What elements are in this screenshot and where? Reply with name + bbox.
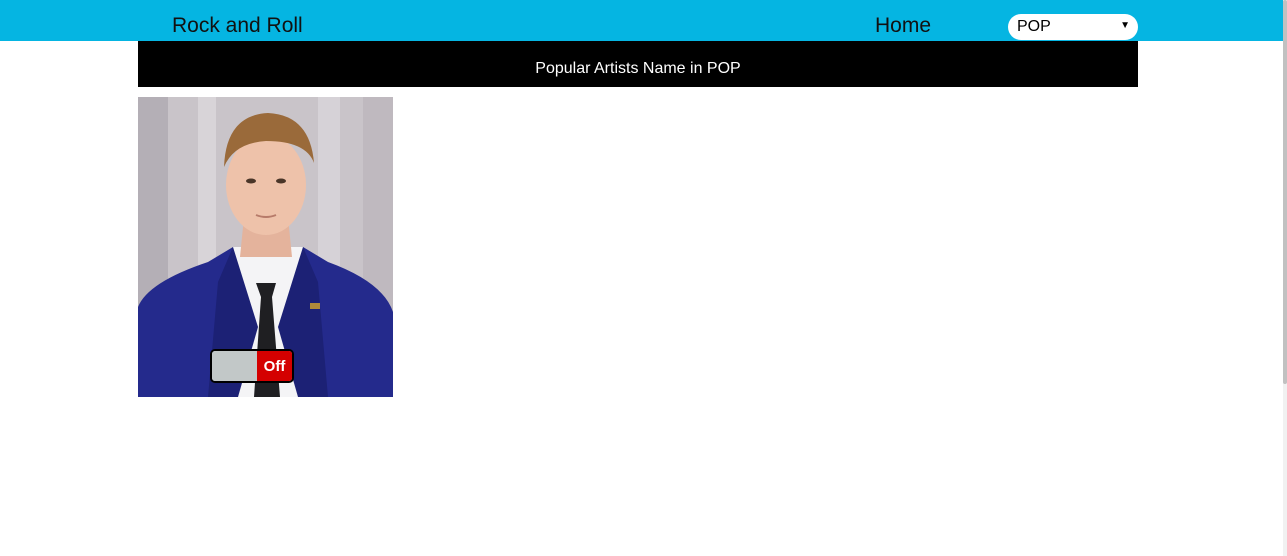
toggle-state-label: Off — [257, 351, 292, 381]
toggle-track — [212, 351, 257, 381]
genre-select[interactable]: POP ▼ — [1008, 14, 1138, 40]
page-scrollbar[interactable] — [1283, 0, 1287, 556]
section-title: Popular Artists Name in POP — [535, 60, 741, 77]
brand-link[interactable]: Rock and Roll — [172, 13, 303, 39]
scrollbar-thumb[interactable] — [1283, 0, 1287, 384]
chevron-down-icon: ▼ — [1120, 20, 1130, 31]
favorite-toggle[interactable]: Off — [210, 349, 294, 383]
artist-card[interactable]: Off — [138, 97, 393, 397]
section-header: Popular Artists Name in POP — [138, 41, 1138, 87]
top-navbar: Rock and Roll Home POP ▼ — [0, 0, 1283, 41]
genre-select-value: POP — [1017, 18, 1051, 35]
home-link[interactable]: Home — [875, 13, 931, 39]
